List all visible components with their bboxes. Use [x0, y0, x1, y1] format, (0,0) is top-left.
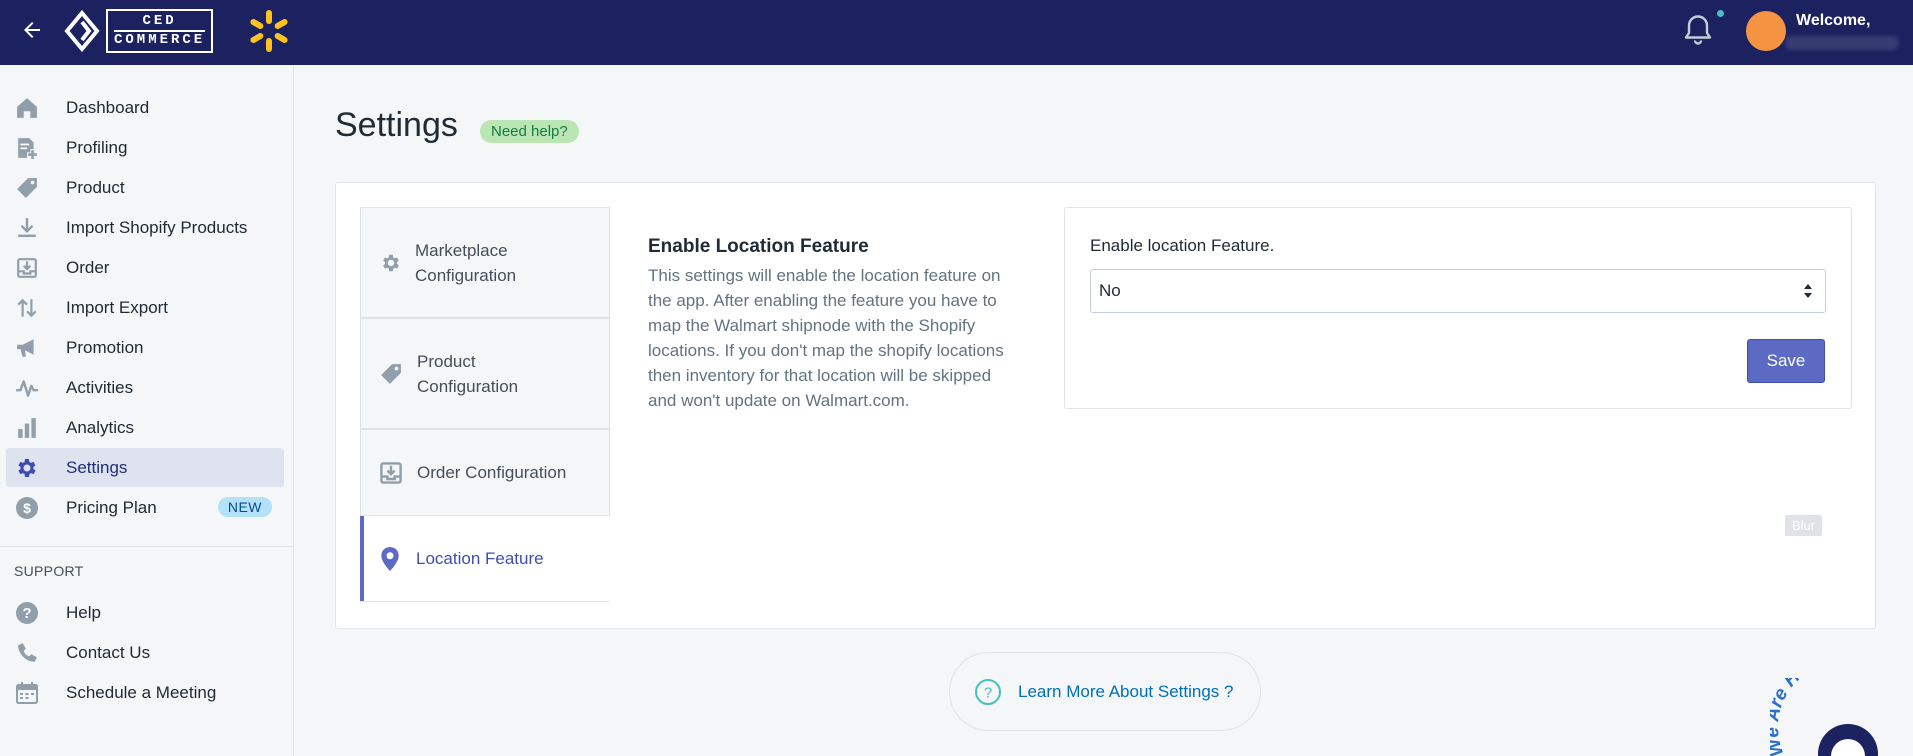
cedcommerce-logo: CED COMMERCE — [64, 8, 214, 54]
sidebar-item-pricing-plan[interactable]: $ Pricing Plan NEW — [6, 488, 284, 527]
user-avatar[interactable] — [1746, 11, 1786, 51]
sidebar-item-help[interactable]: ? Help — [6, 593, 284, 632]
sidebar-item-label: Import Export — [66, 297, 169, 317]
support-heading: SUPPORT — [14, 563, 84, 579]
sidebar-item-label: Analytics — [66, 417, 135, 437]
tab-location-feature[interactable]: Location Feature — [360, 516, 610, 602]
logo-wordmark: CED COMMERCE — [106, 9, 214, 53]
sidebar-item-label: Contact Us — [66, 642, 151, 662]
phone-icon — [14, 640, 40, 666]
svg-text:?: ? — [22, 605, 31, 622]
question-icon: ? — [14, 600, 40, 626]
sidebar-item-label: Schedule a Meeting — [66, 682, 217, 702]
blur-tag: Blur — [1785, 515, 1823, 536]
arrows-up-down-icon — [14, 295, 40, 321]
enable-location-label: Enable location Feature. — [1090, 236, 1275, 255]
new-badge: NEW — [217, 497, 272, 517]
gear-icon — [377, 249, 405, 277]
logo-line-2: COMMERCE — [114, 30, 206, 48]
order-inbox-icon — [377, 459, 405, 487]
username-blurred — [1786, 36, 1898, 50]
sidebar-item-label: Product — [66, 177, 125, 197]
sidebar-item-settings[interactable]: Settings — [6, 448, 284, 487]
sidebar-item-label: Profiling — [66, 137, 128, 157]
need-help-badge[interactable]: Need help? — [480, 120, 579, 143]
tab-marketplace-configuration[interactable]: Marketplace Configuration — [360, 207, 610, 318]
sidebar-item-import-shopify-products[interactable]: Import Shopify Products — [6, 208, 284, 247]
arrow-left-icon — [24, 22, 40, 38]
select-value: No — [1099, 281, 1121, 300]
activity-icon — [14, 375, 40, 401]
gear-icon — [14, 455, 40, 481]
sidebar-item-import-export[interactable]: Import Export — [6, 288, 284, 327]
megaphone-icon — [14, 335, 40, 361]
tab-order-configuration[interactable]: Order Configuration — [360, 429, 610, 516]
sidebar-item-label: Help — [66, 602, 101, 622]
tab-label: Order Configuration — [417, 463, 567, 482]
sidebar-item-label: Activities — [66, 377, 134, 397]
ced-logo-mark-icon — [64, 10, 100, 52]
sidebar-item-schedule-meeting[interactable]: Schedule a Meeting — [6, 673, 284, 712]
profile-document-icon — [14, 135, 40, 161]
notification-dot — [1717, 10, 1724, 17]
sidebar-item-label: Promotion — [66, 337, 144, 357]
tag-icon — [14, 175, 40, 201]
calendar-icon — [14, 680, 40, 706]
tab-label: Location Feature — [416, 549, 544, 568]
learn-more-label: Learn More About Settings ? — [1018, 681, 1234, 701]
sidebar: Dashboard Profiling Product Import Shopi… — [0, 65, 294, 756]
welcome-text: Welcome, — [1796, 12, 1871, 29]
top-bar: CED COMMERCE Welcome, — [0, 0, 1913, 65]
page-title: Settings — [335, 106, 458, 144]
walmart-spark-icon — [250, 10, 288, 52]
sidebar-item-order[interactable]: Order — [6, 248, 284, 287]
sidebar-item-label: Order — [66, 257, 110, 277]
sidebar-item-product[interactable]: Product — [6, 168, 284, 207]
tab-label: Product Configuration — [417, 351, 519, 396]
logo-line-1: CED — [142, 13, 177, 29]
dollar-icon: $ — [14, 495, 40, 521]
sidebar-item-label: Import Shopify Products — [66, 217, 248, 237]
section-description: This settings will enable the location f… — [648, 266, 1004, 410]
notification-bell-icon[interactable] — [1680, 12, 1716, 48]
bar-chart-icon — [14, 415, 40, 441]
sidebar-item-label: Dashboard — [66, 97, 150, 117]
learn-more-button[interactable]: ? Learn More About Settings ? — [949, 652, 1261, 731]
sidebar-item-label: Pricing Plan — [66, 497, 157, 517]
location-pin-icon — [376, 545, 404, 573]
section-title: Enable Location Feature — [648, 236, 869, 257]
import-icon — [14, 215, 40, 241]
sidebar-item-analytics[interactable]: Analytics — [6, 408, 284, 447]
sidebar-item-contact-us[interactable]: Contact Us — [6, 633, 284, 672]
enable-location-select[interactable]: No — [1090, 269, 1826, 313]
svg-text:$: $ — [23, 500, 31, 516]
sidebar-item-profiling[interactable]: Profiling — [6, 128, 284, 167]
order-inbox-icon — [14, 255, 40, 281]
question-circle-icon: ? — [975, 678, 1001, 705]
sidebar-item-label: Settings — [66, 457, 128, 477]
tab-label: Marketplace Configuration — [415, 240, 517, 285]
svg-text:?: ? — [984, 684, 992, 701]
select-arrows-icon — [1804, 284, 1812, 298]
home-icon — [14, 95, 40, 121]
chat-widget[interactable]: We Are Here! — [1770, 678, 1913, 756]
sidebar-divider — [0, 546, 293, 547]
sidebar-item-dashboard[interactable]: Dashboard — [6, 88, 284, 127]
sidebar-item-promotion[interactable]: Promotion — [6, 328, 284, 367]
back-button[interactable] — [16, 14, 48, 46]
save-button[interactable]: Save — [1747, 339, 1825, 383]
tag-icon — [377, 360, 405, 388]
sidebar-item-activities[interactable]: Activities — [6, 368, 284, 407]
tab-product-configuration[interactable]: Product Configuration — [360, 318, 610, 429]
